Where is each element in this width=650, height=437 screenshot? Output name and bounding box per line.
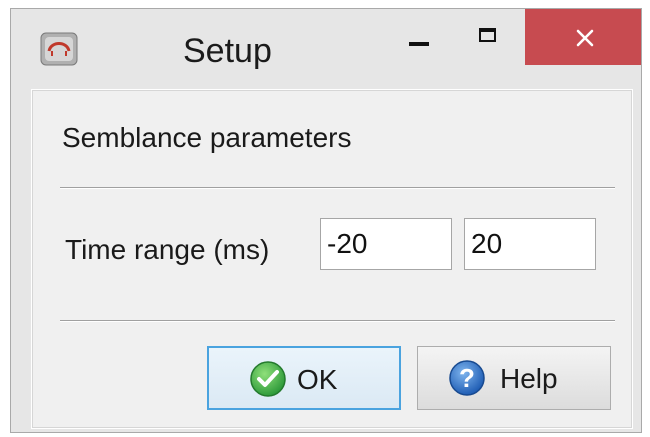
ok-button[interactable]: OK (207, 346, 401, 410)
help-label: Help (500, 363, 558, 394)
time-range-min-input[interactable]: -20 (320, 218, 452, 270)
close-icon (576, 29, 594, 47)
ok-label: OK (297, 364, 338, 395)
check-icon (250, 361, 286, 397)
time-range-label: Time range (ms) (65, 234, 270, 265)
app-icon[interactable] (39, 31, 79, 67)
title-bar[interactable]: Setup (11, 9, 641, 85)
close-button[interactable] (525, 9, 641, 65)
section-title: Semblance parameters (62, 122, 352, 153)
setup-dialog: Setup Semblance parameters Time range (m… (10, 8, 642, 433)
dialog-content: Semblance parameters Time range (ms) -20… (31, 89, 633, 429)
svg-text:?: ? (459, 363, 475, 393)
minimize-button[interactable] (403, 9, 447, 67)
separator (60, 187, 615, 189)
separator (60, 320, 615, 322)
maximize-button[interactable] (471, 9, 515, 67)
question-icon: ? (449, 360, 485, 396)
time-range-max-input[interactable]: 20 (464, 218, 596, 270)
window-title: Setup (183, 32, 272, 70)
help-button[interactable]: ? Help (417, 346, 611, 410)
